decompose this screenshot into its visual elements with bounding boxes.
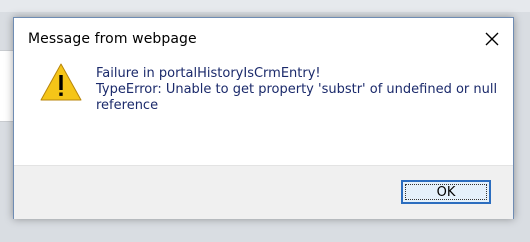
ok-button[interactable]: OK xyxy=(401,180,491,204)
backdrop-toolbar xyxy=(0,0,530,12)
ok-button-label: OK xyxy=(436,184,456,200)
message-dialog: Message from webpage Failure in portalHi… xyxy=(13,17,514,219)
dialog-title: Message from webpage xyxy=(28,31,197,47)
dialog-footer: OK xyxy=(14,165,513,219)
backdrop-input xyxy=(0,50,14,122)
dialog-titlebar[interactable]: Message from webpage xyxy=(14,18,513,58)
message-line-2: TypeError: Unable to get property 'subst… xyxy=(96,82,498,113)
warning-icon xyxy=(39,62,83,102)
close-icon xyxy=(485,32,499,46)
message-line-1: Failure in portalHistoryIsCrmEntry! xyxy=(96,66,321,81)
dialog-message: Failure in portalHistoryIsCrmEntry! Type… xyxy=(96,66,501,114)
close-button[interactable] xyxy=(479,26,505,52)
